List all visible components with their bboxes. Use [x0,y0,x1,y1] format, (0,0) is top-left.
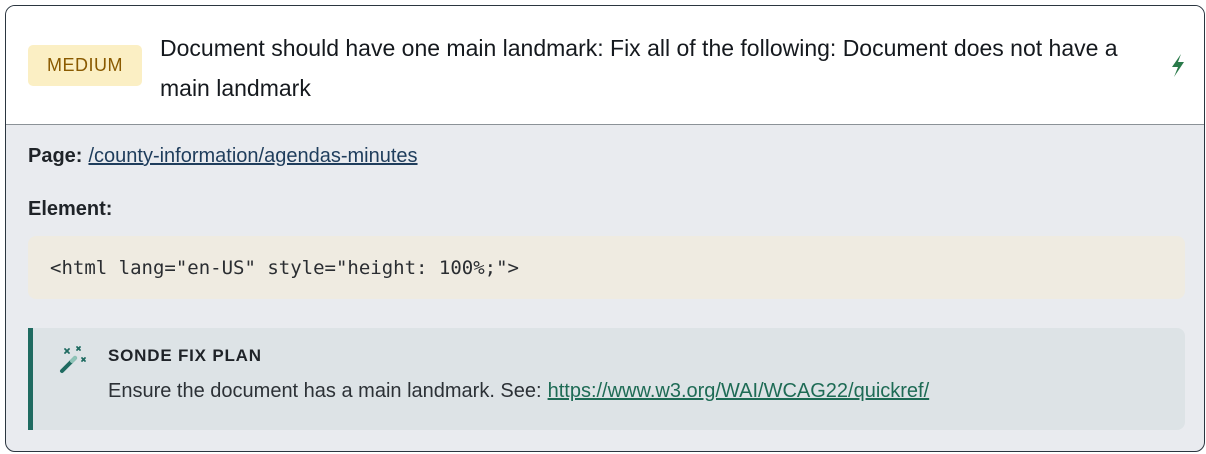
issue-details: Page:/county-information/agendas-minutes… [6,125,1204,451]
issue-title: Document should have one main landmark: … [160,35,1118,101]
fix-plan-description: Ensure the document has a main landmark.… [108,380,542,402]
issue-card: MEDIUM Document should have one main lan… [5,5,1205,452]
fix-plan-link[interactable]: https://www.w3.org/WAI/WCAG22/quickref/ [548,380,930,402]
fix-plan-callout: SONDE FIX PLAN Ensure the document has a… [28,328,1185,430]
zap-icon[interactable] [1167,50,1189,80]
page-label: Page: [28,145,83,167]
magic-wand-icon [60,346,86,373]
severity-badge: MEDIUM [28,45,142,86]
page-line: Page:/county-information/agendas-minutes [28,145,418,168]
issue-header[interactable]: MEDIUM Document should have one main lan… [6,6,1204,125]
element-code-block: <html lang="en-US" style="height: 100%;"… [28,236,1185,299]
page-link[interactable]: /county-information/agendas-minutes [88,145,417,167]
fix-plan-text: Ensure the document has a main landmark.… [108,380,929,403]
element-label: Element: [28,198,113,220]
fix-plan-heading: SONDE FIX PLAN [108,346,262,365]
